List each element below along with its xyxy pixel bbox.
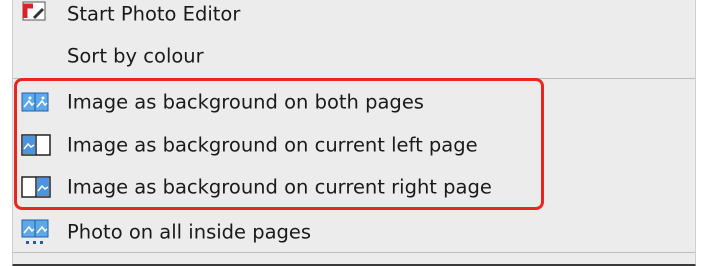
menu-item-label: Photo on all inside pages xyxy=(67,220,312,244)
all-pages-icon xyxy=(21,219,49,249)
menu-item-label: Start Photo Editor xyxy=(67,2,241,26)
highlight-box xyxy=(14,78,544,210)
partial-icon xyxy=(21,258,47,264)
context-menu: Start Photo Editor Sort by colour Image … xyxy=(12,0,696,266)
menu-item-partial[interactable] xyxy=(13,256,695,264)
menu-item-photo-all-inside-pages[interactable]: Photo on all inside pages xyxy=(13,212,695,252)
menu-item-sort-by-colour[interactable]: Sort by colour xyxy=(13,36,695,76)
menu-item-start-photo-editor[interactable]: Start Photo Editor xyxy=(13,0,695,26)
menu-item-label: Sort by colour xyxy=(67,44,204,68)
menu-separator xyxy=(13,252,695,253)
photo-editor-icon xyxy=(21,0,47,26)
